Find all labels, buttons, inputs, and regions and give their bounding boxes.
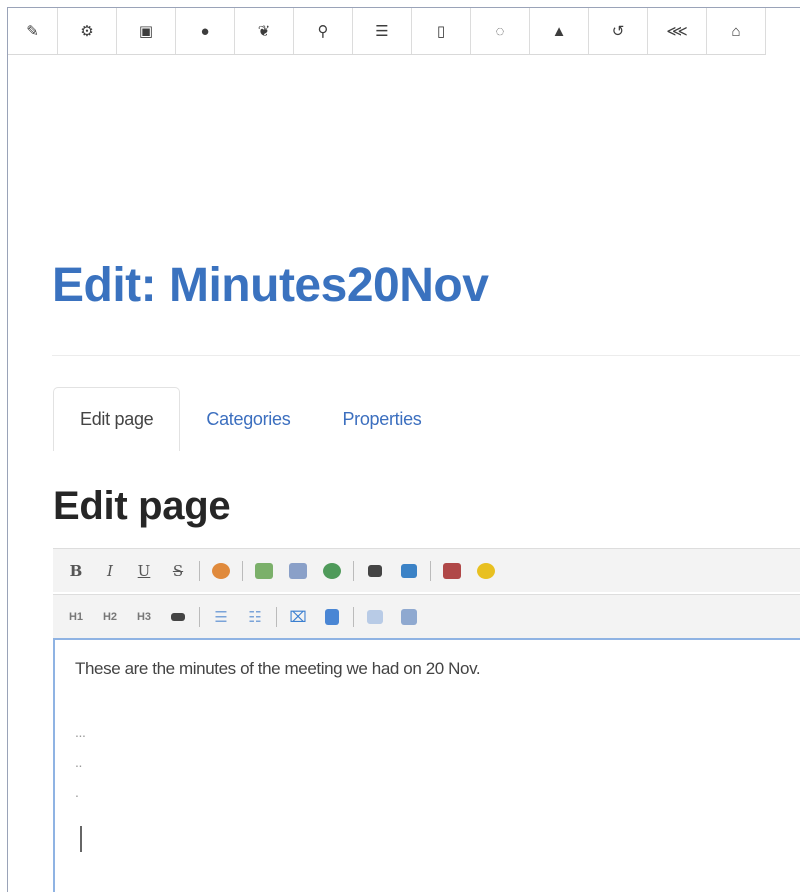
top-toolbar: ✎ ⚙ ▣ ● ❦ ⚲ ☰ ▯ ◌ ▲ ↺ ⋘ ⌂ (8, 8, 766, 55)
toolbar-separator (353, 606, 354, 627)
image-icon (255, 562, 273, 579)
home-icon[interactable]: ⌂ (707, 8, 766, 54)
window-left-border (7, 8, 8, 892)
remove-format-icon: ⌧ (289, 607, 307, 626)
editor-content[interactable]: These are the minutes of the meeting we … (53, 638, 800, 892)
source-icon (401, 608, 417, 625)
image-icon[interactable]: ▣ (117, 8, 176, 54)
underline-button[interactable]: U (129, 556, 159, 586)
file-icon (289, 562, 307, 579)
wrench-icon[interactable]: ⚲ (294, 8, 353, 54)
palette-icon (212, 562, 230, 579)
tab-bar: Edit page Categories Properties (53, 387, 447, 451)
smiley-icon (477, 562, 495, 579)
pencil-icon[interactable]: ✎ (8, 8, 58, 54)
table-icon (401, 563, 417, 578)
bullet-list-button[interactable]: ☰ (206, 602, 236, 632)
heading3-button[interactable]: H3 (129, 602, 159, 632)
editor-toolbar-row2: H1 H2 H3 ☰ ☷ ⌧ (53, 594, 800, 638)
warning-icon[interactable]: ▲ (530, 8, 589, 54)
horizontal-rule-button[interactable] (163, 602, 193, 632)
preview-button[interactable] (360, 602, 390, 632)
editor-line: .. (75, 754, 82, 770)
toolbar-separator (199, 606, 200, 627)
toolbar-separator (276, 606, 277, 627)
page-break-button[interactable] (317, 602, 347, 632)
source-button[interactable] (394, 602, 424, 632)
users-icon[interactable]: ❦ (235, 8, 294, 54)
editor-line: These are the minutes of the meeting we … (75, 659, 481, 678)
hr-icon (171, 612, 185, 621)
cube-icon (443, 562, 461, 579)
editor-line: . (75, 784, 79, 800)
find-button[interactable] (360, 556, 390, 586)
tab-properties[interactable]: Properties (316, 387, 447, 451)
tab-edit-page[interactable]: Edit page (53, 387, 181, 451)
text-caret (80, 826, 82, 852)
title-divider (52, 355, 800, 356)
list-icon[interactable]: ☰ (353, 8, 412, 54)
spinner-icon[interactable]: ◌ (471, 8, 530, 54)
app-window: ✎ ⚙ ▣ ● ❦ ⚲ ☰ ▯ ◌ ▲ ↺ ⋘ ⌂ Edit: Minutes2… (0, 0, 800, 892)
strikethrough-button[interactable]: S (163, 556, 193, 586)
toolbar-separator (353, 560, 354, 581)
section-title: Edit page (53, 484, 231, 528)
color-palette-button[interactable] (206, 556, 236, 586)
bullet-list-icon: ☰ (214, 607, 228, 626)
gear-icon[interactable]: ⚙ (58, 8, 117, 54)
insert-file-button[interactable] (283, 556, 313, 586)
clipboard-icon[interactable]: ▯ (412, 8, 471, 54)
share-icon[interactable]: ⋘ (648, 8, 707, 54)
preview-icon (367, 609, 383, 624)
page-icon (325, 608, 339, 625)
insert-smiley-button[interactable] (471, 556, 501, 586)
insert-plugin-button[interactable] (437, 556, 467, 586)
user-icon[interactable]: ● (176, 8, 235, 54)
remove-format-button[interactable]: ⌧ (283, 602, 313, 632)
binoculars-icon (368, 564, 382, 577)
editor-line: ... (75, 724, 86, 740)
toolbar-separator (199, 560, 200, 581)
numbered-list-button[interactable]: ☷ (240, 602, 270, 632)
undo-icon[interactable]: ↺ (589, 8, 648, 54)
bold-button[interactable]: B (61, 556, 91, 586)
tab-categories[interactable]: Categories (180, 387, 316, 451)
globe-icon (323, 562, 341, 579)
heading1-button[interactable]: H1 (61, 602, 91, 632)
toolbar-separator (242, 560, 243, 581)
page-title: Edit: Minutes20Nov (52, 259, 489, 312)
editor-toolbar-row1: B I U S (53, 548, 800, 592)
heading2-button[interactable]: H2 (95, 602, 125, 632)
insert-image-button[interactable] (249, 556, 279, 586)
numbered-list-icon: ☷ (248, 607, 262, 626)
toolbar-separator (430, 560, 431, 581)
italic-button[interactable]: I (95, 556, 125, 586)
insert-link-button[interactable] (317, 556, 347, 586)
insert-table-button[interactable] (394, 556, 424, 586)
